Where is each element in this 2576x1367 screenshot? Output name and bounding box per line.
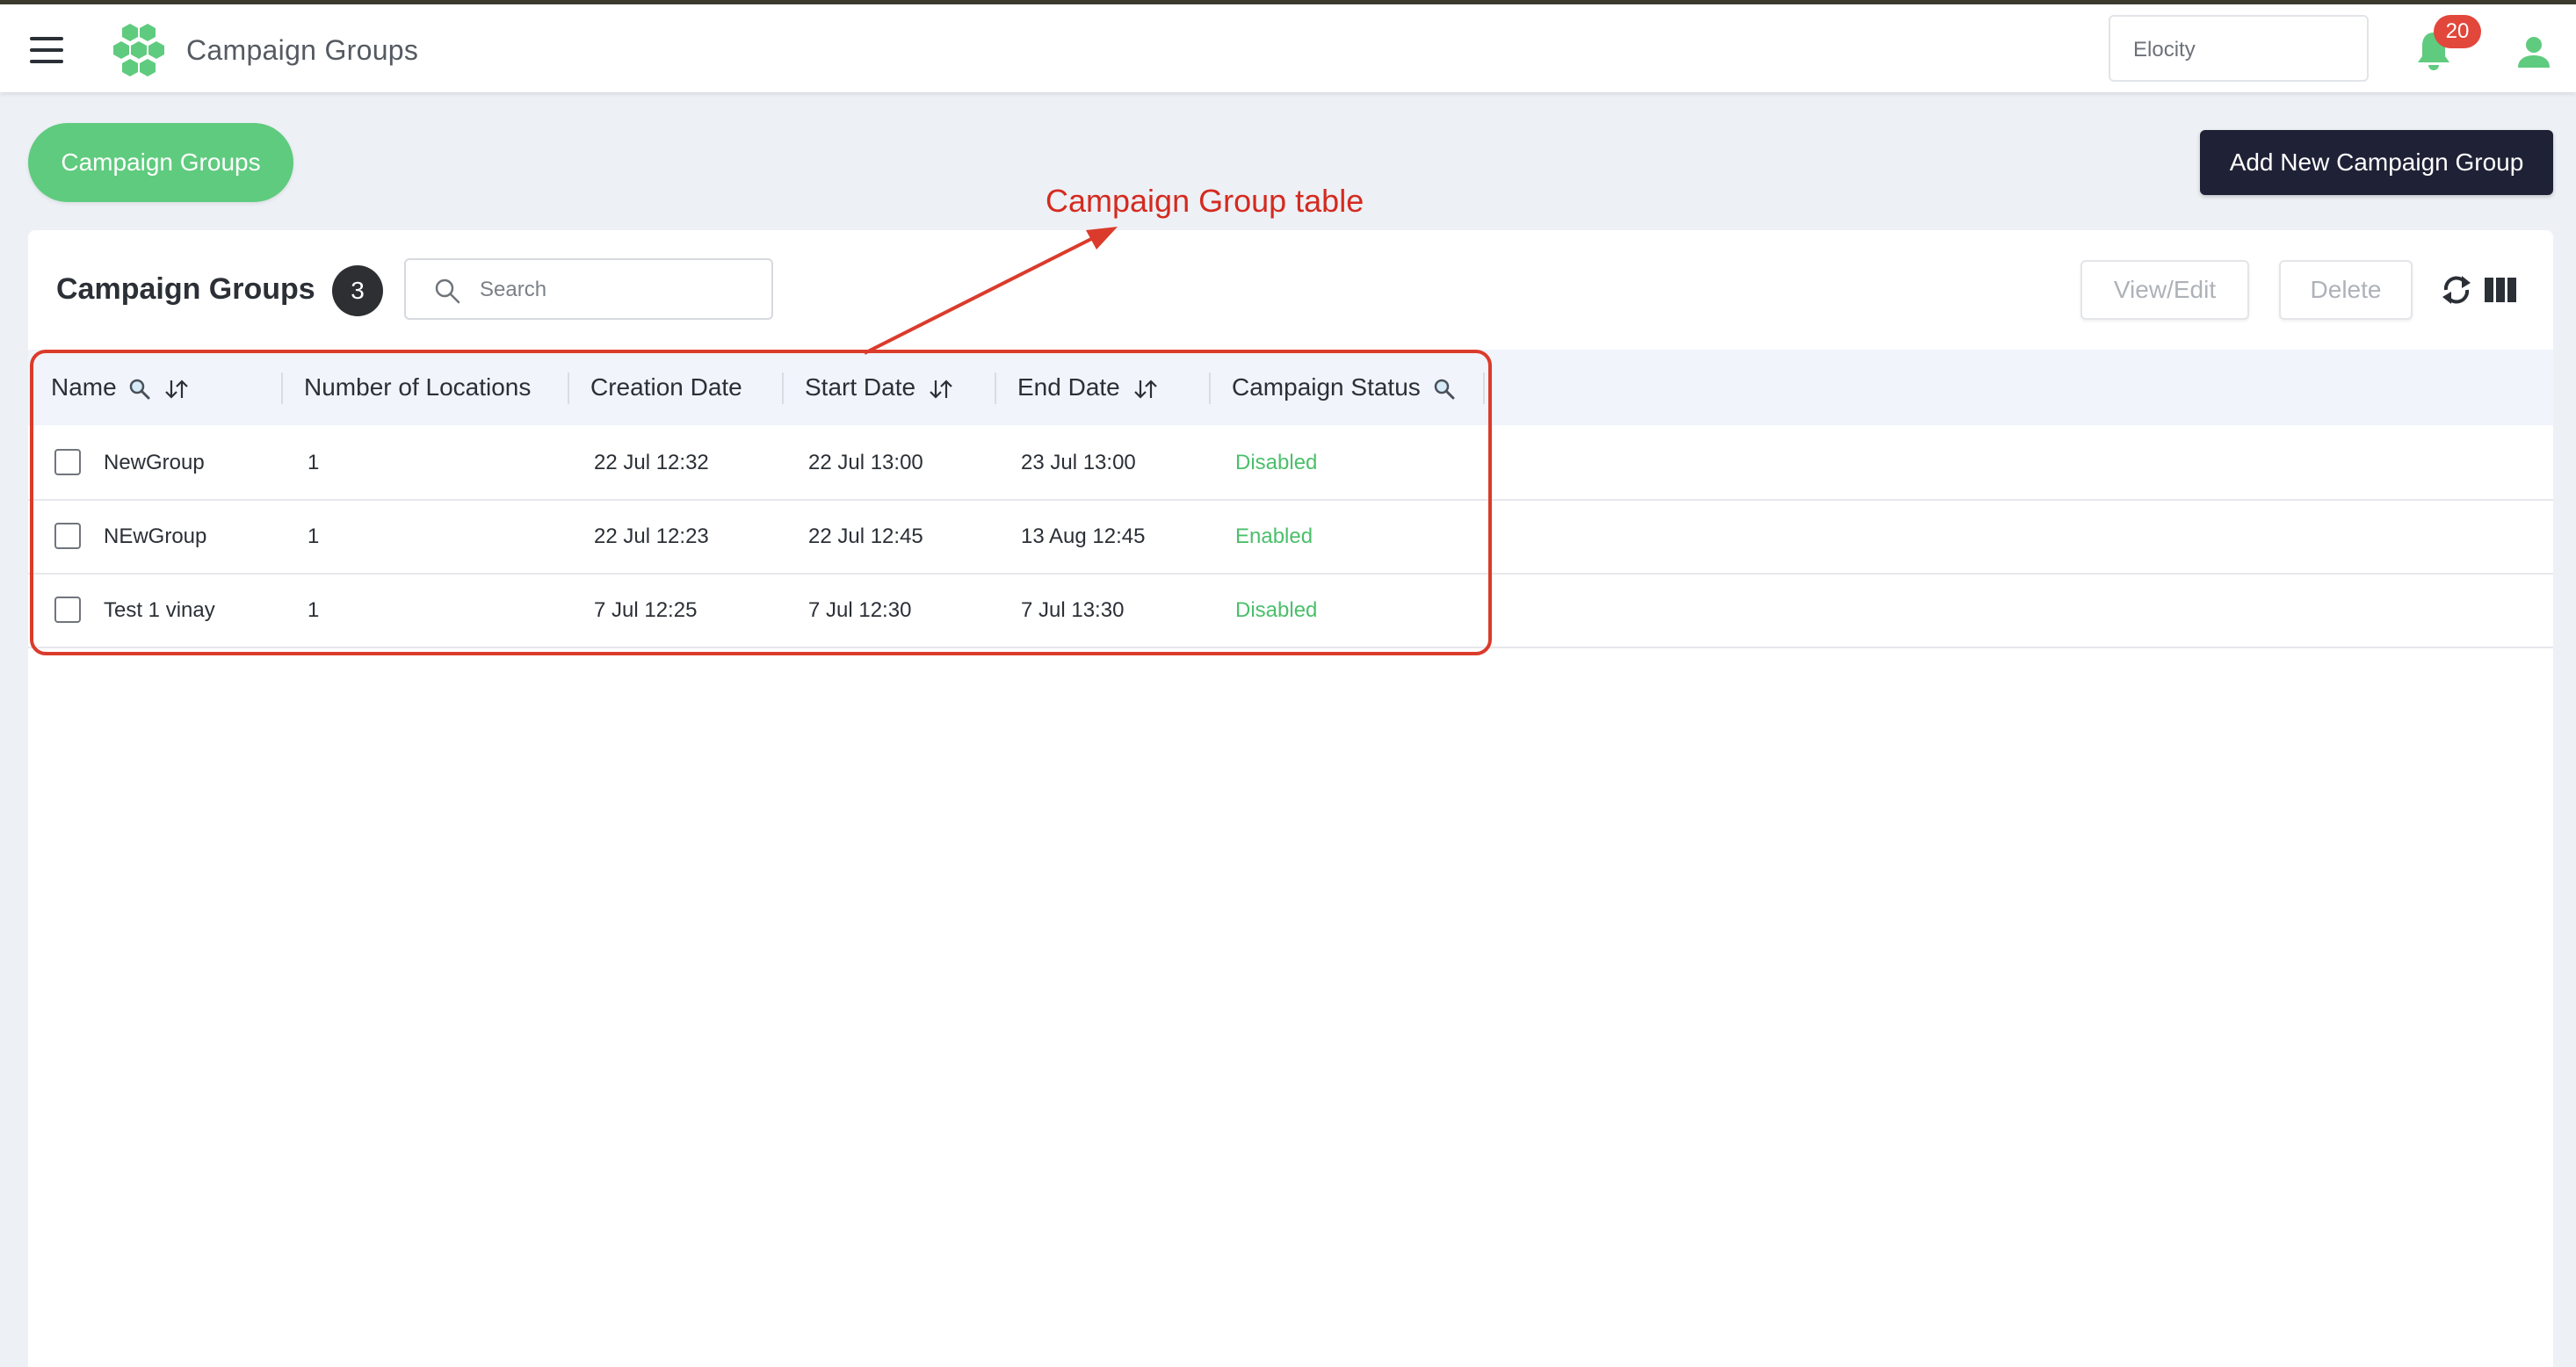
refresh-icon[interactable] [2439,271,2474,309]
campaign-groups-tab-button[interactable]: Campaign Groups [28,123,293,202]
app-bar: Campaign Groups Elocity 20 [0,4,2576,92]
column-separator [1209,372,1211,404]
view-edit-button[interactable]: View/Edit [2080,260,2249,320]
search-input[interactable] [478,272,754,307]
table-header: Name Number of Locations Creation Date S… [28,350,2553,425]
column-header-end-date[interactable]: End Date [1017,350,1159,425]
column-header-locations[interactable]: Number of Locations [304,350,531,425]
app-title: Campaign Groups [186,34,419,66]
user-account-icon[interactable] [2516,34,2551,69]
cell-end-date: 23 Jul 13:00 [1021,451,1136,474]
table-row[interactable]: Test 1 vinay 1 7 Jul 12:25 7 Jul 12:30 7… [28,575,2553,648]
cell-name: Test 1 vinay [104,598,215,622]
cell-locations: 1 [308,598,320,622]
search-icon[interactable] [128,378,151,401]
add-new-campaign-group-button[interactable]: Add New Campaign Group [2200,130,2553,195]
search-box[interactable] [404,258,773,320]
cell-creation-date: 7 Jul 12:25 [594,598,698,622]
sort-icon[interactable] [928,378,954,401]
column-separator [1483,372,1485,404]
sort-icon[interactable] [1132,378,1159,401]
row-checkbox[interactable] [54,597,81,623]
column-header-label: Start Date [805,373,916,401]
column-header-name[interactable]: Name [51,350,190,425]
card-title: Campaign Groups [56,272,315,306]
column-separator [995,372,996,404]
honeycomb-logo-icon [113,24,164,76]
table-row[interactable]: NEwGroup 1 22 Jul 12:23 22 Jul 12:45 13 … [28,501,2553,575]
cell-creation-date: 22 Jul 12:32 [594,451,709,474]
column-header-label: Campaign Status [1232,373,1421,401]
notification-count-badge: 20 [2434,15,2481,48]
cell-name: NEwGroup [104,524,207,548]
search-icon [435,278,460,304]
column-header-creation-date[interactable]: Creation Date [590,350,742,425]
cell-locations: 1 [308,451,320,474]
cell-start-date: 7 Jul 12:30 [808,598,912,622]
column-header-campaign-status[interactable]: Campaign Status [1232,350,1456,425]
cell-status: Enabled [1235,524,1313,548]
cell-status: Disabled [1235,451,1318,474]
group-count-badge: 3 [332,265,383,316]
row-checkbox[interactable] [54,449,81,475]
row-checkbox[interactable] [54,523,81,549]
cell-end-date: 7 Jul 13:30 [1021,598,1125,622]
column-header-label: Name [51,373,117,401]
column-separator [281,372,283,404]
table-row[interactable]: NewGroup 1 22 Jul 12:32 22 Jul 13:00 23 … [28,427,2553,501]
columns-toggle-icon[interactable] [2485,276,2516,304]
cell-name: NewGroup [104,451,205,474]
column-header-start-date[interactable]: Start Date [805,350,954,425]
organization-select[interactable]: Elocity [2109,15,2369,82]
cell-creation-date: 22 Jul 12:23 [594,524,709,548]
column-separator [782,372,784,404]
cell-status: Disabled [1235,598,1318,622]
column-header-label: End Date [1017,373,1120,401]
hamburger-menu-icon[interactable] [30,37,65,63]
cell-start-date: 22 Jul 12:45 [808,524,923,548]
column-separator [568,372,569,404]
organization-select-value: Elocity [2133,38,2196,61]
delete-button[interactable]: Delete [2279,260,2413,320]
cell-locations: 1 [308,524,320,548]
cell-end-date: 13 Aug 12:45 [1021,524,1146,548]
sort-icon[interactable] [163,378,190,401]
campaign-groups-card: Campaign Groups 3 View/Edit Delete Name [28,230,2553,1367]
search-icon[interactable] [1433,378,1456,401]
annotation-label: Campaign Group table [1046,183,1364,219]
cell-start-date: 22 Jul 13:00 [808,451,923,474]
